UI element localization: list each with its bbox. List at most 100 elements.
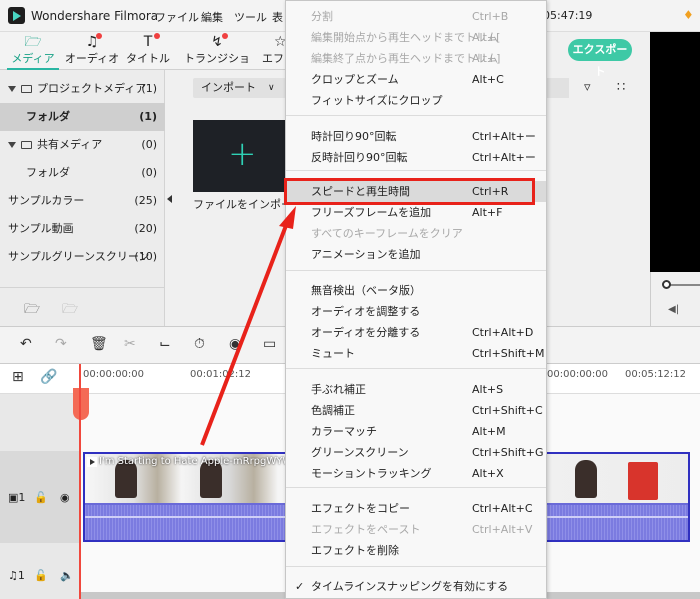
- new-folder-icon[interactable]: 🗁: [24, 300, 40, 322]
- tree-folder-shared[interactable]: フォルダ (0): [0, 159, 165, 187]
- new-badge: [96, 33, 102, 39]
- menu-item-label: アニメーションを追加: [311, 248, 421, 261]
- music-note-icon: ♫: [85, 34, 99, 50]
- menu-separator: [286, 170, 546, 171]
- menu-item-label: すべてのキーフレームをクリア: [311, 227, 463, 240]
- video-track-icon: ▣1: [8, 491, 26, 504]
- context-menu-item[interactable]: エフェクトをペースト Ctrl+Alt+V: [286, 519, 546, 540]
- thumbnail: [575, 460, 597, 498]
- menu-item-label: オーディオを調整する: [311, 305, 421, 318]
- filter-icon[interactable]: ▿: [584, 80, 591, 95]
- menu-item-label: タイムラインスナッピングを有効にする: [311, 580, 509, 593]
- menu-item-label: カラーマッチ: [311, 425, 377, 438]
- folder-icon: [21, 85, 32, 93]
- tab-transitions[interactable]: ↯ トランジション: [182, 32, 252, 81]
- menu-item-shortcut: Ctrl+Shift+G: [472, 446, 544, 459]
- context-menu-item[interactable]: カラーマッチ Alt+M: [286, 421, 546, 442]
- export-button[interactable]: エクスポート: [568, 39, 632, 78]
- undo-icon[interactable]: ↶: [20, 336, 32, 352]
- clip-title: I'm Starting to Hate Apple-mRrpgWYWZg: [99, 456, 306, 467]
- add-track-icon[interactable]: ⊞: [12, 369, 24, 385]
- menu-item-label: 反時計回り90°回転: [311, 151, 408, 164]
- tree-label: サンプルグリーンスクリーン: [8, 250, 150, 263]
- context-menu-item[interactable]: 分割 Ctrl+B: [286, 6, 546, 27]
- clip-play-icon: [87, 457, 97, 467]
- menu-tools[interactable]: ツール: [234, 9, 267, 25]
- new-badge: [154, 33, 160, 39]
- context-menu-item[interactable]: エフェクトをコピー Ctrl+Alt+C: [286, 498, 546, 519]
- context-menu-item[interactable]: 編集終了点から再生ヘッドまでトリム Alt+]: [286, 48, 546, 69]
- menu-file[interactable]: ファイル: [155, 9, 199, 25]
- filmora-logo-icon: [8, 7, 25, 24]
- crop-icon[interactable]: ⌙: [159, 336, 171, 352]
- effects-icon: ☆: [274, 34, 286, 50]
- context-menu-item[interactable]: モーショントラッキング Alt+X: [286, 463, 546, 484]
- context-menu-item[interactable]: オーディオを分離する Ctrl+Alt+D: [286, 322, 546, 343]
- cut-icon[interactable]: ✂: [124, 336, 136, 352]
- context-menu-item[interactable]: クロップとズーム Alt+C: [286, 69, 546, 90]
- menu-view[interactable]: 表: [272, 9, 283, 25]
- tree-sample-greenscreen[interactable]: サンプルグリーンスクリーン (10): [0, 243, 165, 271]
- tree-folder-project[interactable]: フォルダ (1): [0, 103, 165, 131]
- step-back-icon[interactable]: ◀|: [668, 304, 679, 315]
- folder-icon: 🗁: [24, 34, 42, 50]
- context-menu-item[interactable]: フィットサイズにクロップ: [286, 90, 546, 111]
- speaker-icon[interactable]: 🔈: [60, 569, 74, 582]
- tree-count: (20): [134, 222, 157, 235]
- ruler-time: 00:00:00:00: [547, 369, 609, 380]
- context-menu-item[interactable]: フリーズフレームを追加 Alt+F: [286, 202, 546, 223]
- context-menu-item[interactable]: ✓ タイムラインスナッピングを有効にする: [286, 576, 546, 597]
- lock-icon[interactable]: 🔓: [34, 569, 48, 582]
- lock-icon[interactable]: 🔓: [34, 491, 48, 504]
- tree-sample-videos[interactable]: サンプル動画 (20): [0, 215, 165, 243]
- menu-item-shortcut: Alt+M: [472, 425, 506, 438]
- import-dropdown[interactable]: インポート ∨: [193, 78, 286, 98]
- tree-label: サンプル動画: [8, 222, 74, 235]
- divider: [0, 287, 165, 288]
- plus-icon: +: [228, 134, 257, 174]
- context-menu-item[interactable]: エフェクトを削除: [286, 540, 546, 561]
- tab-effects-label: エフェ: [256, 52, 284, 70]
- media-area-right: [543, 98, 650, 326]
- scrub-handle[interactable]: [662, 280, 671, 289]
- context-menu-item[interactable]: 反時計回り90°回転 Ctrl+Alt+ー: [286, 147, 546, 168]
- tree-sample-colors[interactable]: サンプルカラー (25): [0, 187, 165, 215]
- tab-media[interactable]: 🗁 メディア: [3, 32, 63, 70]
- context-menu-item[interactable]: 編集開始点から再生ヘッドまでトリム Alt+[: [286, 27, 546, 48]
- tab-audio-label: オーディオ: [64, 52, 120, 65]
- color-icon[interactable]: ◉: [229, 336, 241, 352]
- menu-item-label: オーディオを分離する: [311, 326, 421, 339]
- redo-icon[interactable]: ↷: [55, 336, 67, 352]
- green-screen-icon[interactable]: ▭: [263, 336, 276, 352]
- link-icon[interactable]: 🔗: [40, 369, 57, 385]
- tree-count: (1): [141, 82, 157, 95]
- tab-titles[interactable]: T タイトル: [118, 32, 178, 70]
- context-menu-item[interactable]: 手ぶれ補正 Alt+S: [286, 379, 546, 400]
- playhead[interactable]: [79, 364, 81, 599]
- menu-item-shortcut: Ctrl+Alt+ー: [472, 130, 536, 143]
- menu-item-shortcut: Alt+X: [472, 467, 504, 480]
- tree-shared-media[interactable]: 共有メディア (0): [0, 131, 165, 159]
- menu-item-label: フリーズフレームを追加: [311, 206, 432, 219]
- context-menu-item[interactable]: 時計回り90°回転 Ctrl+Alt+ー: [286, 126, 546, 147]
- tab-effects[interactable]: ☆ エフェ: [256, 32, 286, 70]
- menu-item-label: 時計回り90°回転: [311, 130, 397, 143]
- tree-project-media[interactable]: プロジェクトメディア (1): [0, 75, 165, 103]
- context-menu-item[interactable]: 無音検出（ベータ版）: [286, 280, 546, 301]
- context-menu-item[interactable]: アニメーションを追加: [286, 244, 546, 265]
- grid-view-icon[interactable]: ∷: [617, 80, 625, 95]
- tab-audio[interactable]: ♫ オーディオ: [62, 32, 122, 70]
- playhead-handle[interactable]: [73, 388, 89, 420]
- collapse-panel-icon[interactable]: [167, 195, 172, 203]
- menu-edit[interactable]: 編集: [201, 9, 223, 25]
- eye-icon[interactable]: ◉: [60, 491, 70, 504]
- context-menu-item[interactable]: 色調補正 Ctrl+Shift+C: [286, 400, 546, 421]
- speed-icon[interactable]: ⏱: [194, 336, 205, 352]
- delete-icon[interactable]: 🗑: [90, 336, 108, 352]
- context-menu-item[interactable]: オーディオを調整する: [286, 301, 546, 322]
- delete-folder-icon[interactable]: 🗁: [62, 300, 78, 322]
- bell-icon[interactable]: ♦: [683, 8, 694, 22]
- context-menu-item[interactable]: ミュート Ctrl+Shift+M: [286, 343, 546, 364]
- context-menu-item[interactable]: グリーンスクリーン Ctrl+Shift+G: [286, 442, 546, 463]
- context-menu-item[interactable]: すべてのキーフレームをクリア: [286, 223, 546, 244]
